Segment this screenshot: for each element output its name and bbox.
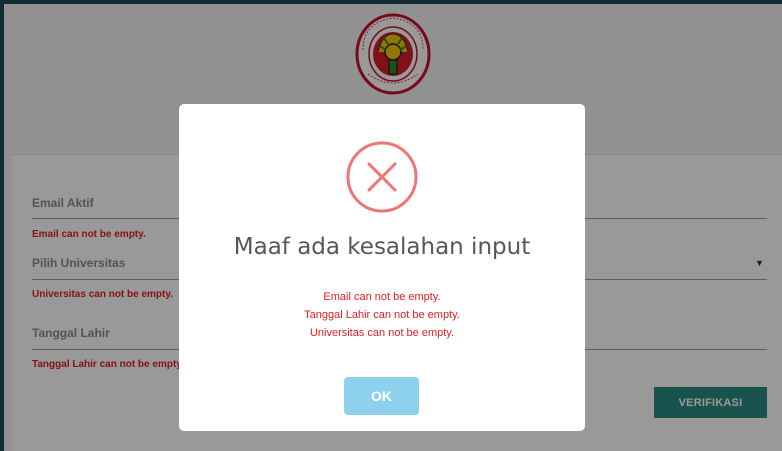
error-x-icon: [345, 140, 419, 214]
error-dialog: Maaf ada kesalahan input Email can not b…: [179, 104, 585, 431]
dialog-title: Maaf ada kesalahan input: [233, 234, 531, 260]
ok-button[interactable]: OK: [344, 377, 419, 415]
dialog-message: Tanggal Lahir can not be empty.: [304, 309, 460, 321]
dialog-message: Email can not be empty.: [323, 291, 441, 303]
dialog-message: Universitas can not be empty.: [309, 327, 455, 339]
